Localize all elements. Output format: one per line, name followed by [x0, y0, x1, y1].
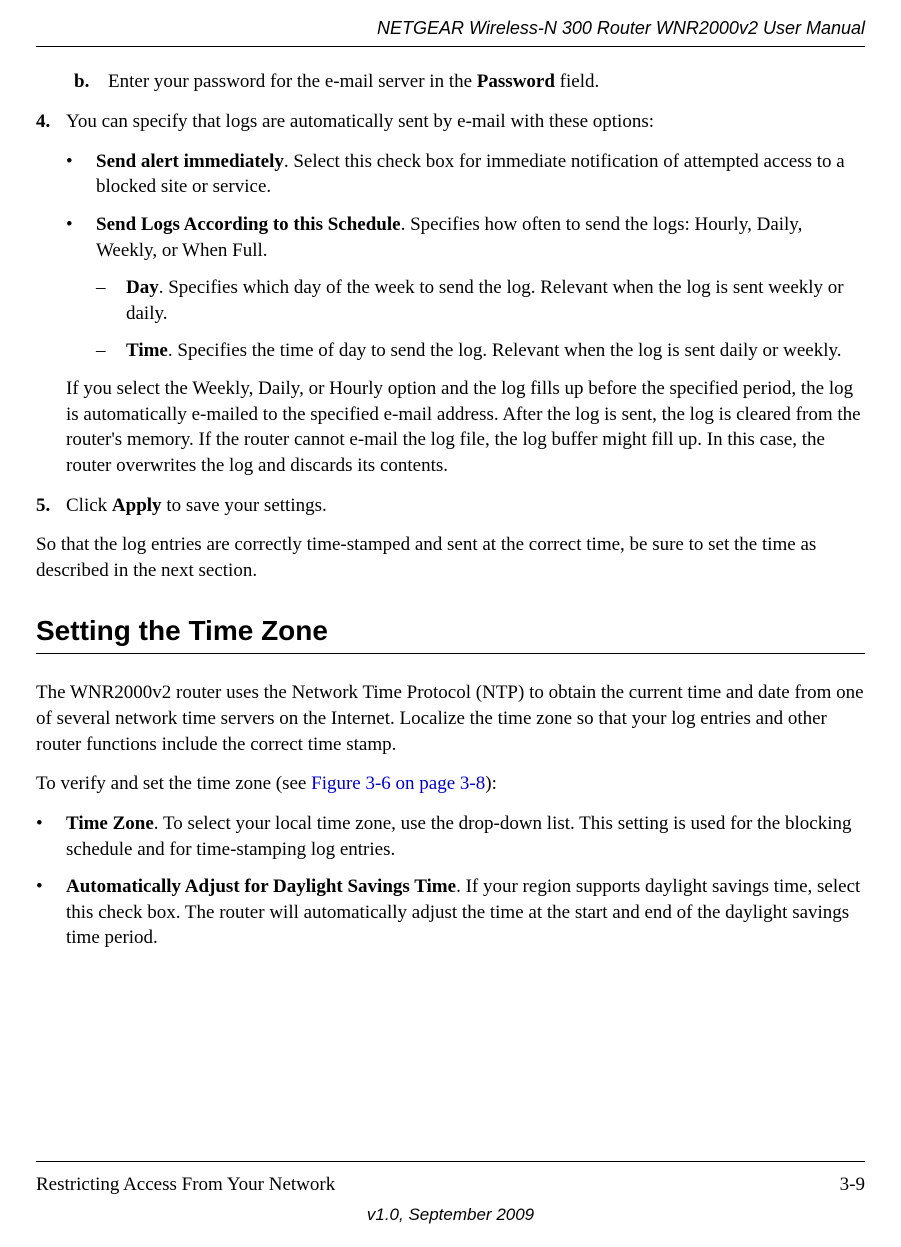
page-footer: Restricting Access From Your Network 3-9… [36, 1161, 865, 1227]
text-bold: Automatically Adjust for Daylight Saving… [66, 876, 456, 897]
content-area: b. Enter your password for the e-mail se… [36, 69, 865, 951]
step-4-followup-para: If you select the Weekly, Daily, or Hour… [66, 376, 865, 479]
bullet-text: Automatically Adjust for Daylight Saving… [66, 874, 865, 951]
text-bold: Password [477, 71, 555, 92]
bullet-icon: • [66, 212, 96, 263]
footer-section: Restricting Access From Your Network [36, 1172, 335, 1198]
text-run: . Specifies the time of day to send the … [168, 340, 842, 361]
bullet-icon: • [36, 811, 66, 862]
footer-page-number: 3-9 [840, 1172, 865, 1198]
step-b-text: Enter your password for the e-mail serve… [108, 69, 599, 95]
text-run: To verify and set the time zone (see [36, 773, 311, 794]
text-run: field. [555, 71, 599, 92]
bullet-send-logs-schedule: • Send Logs According to this Schedule. … [66, 212, 865, 263]
page: NETGEAR Wireless-N 300 Router WNR2000v2 … [0, 0, 901, 1247]
step-5-text: Click Apply to save your settings. [66, 493, 327, 519]
bullet-icon: • [66, 149, 96, 200]
step-4-text: You can specify that logs are automatica… [66, 109, 654, 135]
figure-link[interactable]: Figure 3-6 on page 3-8 [311, 773, 485, 794]
text-bold: Time Zone [66, 813, 154, 834]
section-title-rule [36, 653, 865, 654]
step-b-marker: b. [74, 69, 108, 95]
running-header: NETGEAR Wireless-N 300 Router WNR2000v2 … [36, 16, 865, 47]
dash-time: – Time. Specifies the time of day to sen… [96, 338, 865, 364]
dash-icon: – [96, 338, 126, 364]
dash-day: – Day. Specifies which day of the week t… [96, 275, 865, 326]
section-title-time-zone: Setting the Time Zone [36, 612, 865, 650]
closing-para: So that the log entries are correctly ti… [36, 532, 865, 583]
text-bold: Send Logs According to this Schedule [96, 214, 401, 235]
footer-row: Restricting Access From Your Network 3-9 [36, 1172, 865, 1198]
step-5-marker: 5. [36, 493, 66, 519]
text-run: . Specifies which day of the week to sen… [126, 277, 844, 324]
step-4: 4. You can specify that logs are automat… [36, 109, 865, 135]
bullet-auto-dst: • Automatically Adjust for Daylight Savi… [36, 874, 865, 951]
bullet-time-zone: • Time Zone. To select your local time z… [36, 811, 865, 862]
text-run: . To select your local time zone, use th… [66, 813, 851, 860]
tz-para-1: The WNR2000v2 router uses the Network Ti… [36, 680, 865, 757]
text-bold: Apply [112, 495, 162, 516]
bullet-text: Send alert immediately. Select this chec… [96, 149, 865, 200]
step-5: 5. Click Apply to save your settings. [36, 493, 865, 519]
dash-icon: – [96, 275, 126, 326]
step-b: b. Enter your password for the e-mail se… [74, 69, 865, 95]
bullet-send-alert: • Send alert immediately. Select this ch… [66, 149, 865, 200]
text-bold: Time [126, 340, 168, 361]
text-run: to save your settings. [162, 495, 327, 516]
bullet-text: Time Zone. To select your local time zon… [66, 811, 865, 862]
bullet-icon: • [36, 874, 66, 951]
text-run: ): [485, 773, 497, 794]
tz-para-2: To verify and set the time zone (see Fig… [36, 771, 865, 797]
text-bold: Day [126, 277, 159, 298]
text-run: Enter your password for the e-mail serve… [108, 71, 477, 92]
text-run: Click [66, 495, 112, 516]
bullet-text: Send Logs According to this Schedule. Sp… [96, 212, 865, 263]
footer-version: v1.0, September 2009 [36, 1204, 865, 1227]
footer-rule [36, 1161, 865, 1162]
dash-text: Time. Specifies the time of day to send … [126, 338, 842, 364]
dash-text: Day. Specifies which day of the week to … [126, 275, 865, 326]
text-bold: Send alert immediately [96, 151, 284, 172]
step-4-marker: 4. [36, 109, 66, 135]
